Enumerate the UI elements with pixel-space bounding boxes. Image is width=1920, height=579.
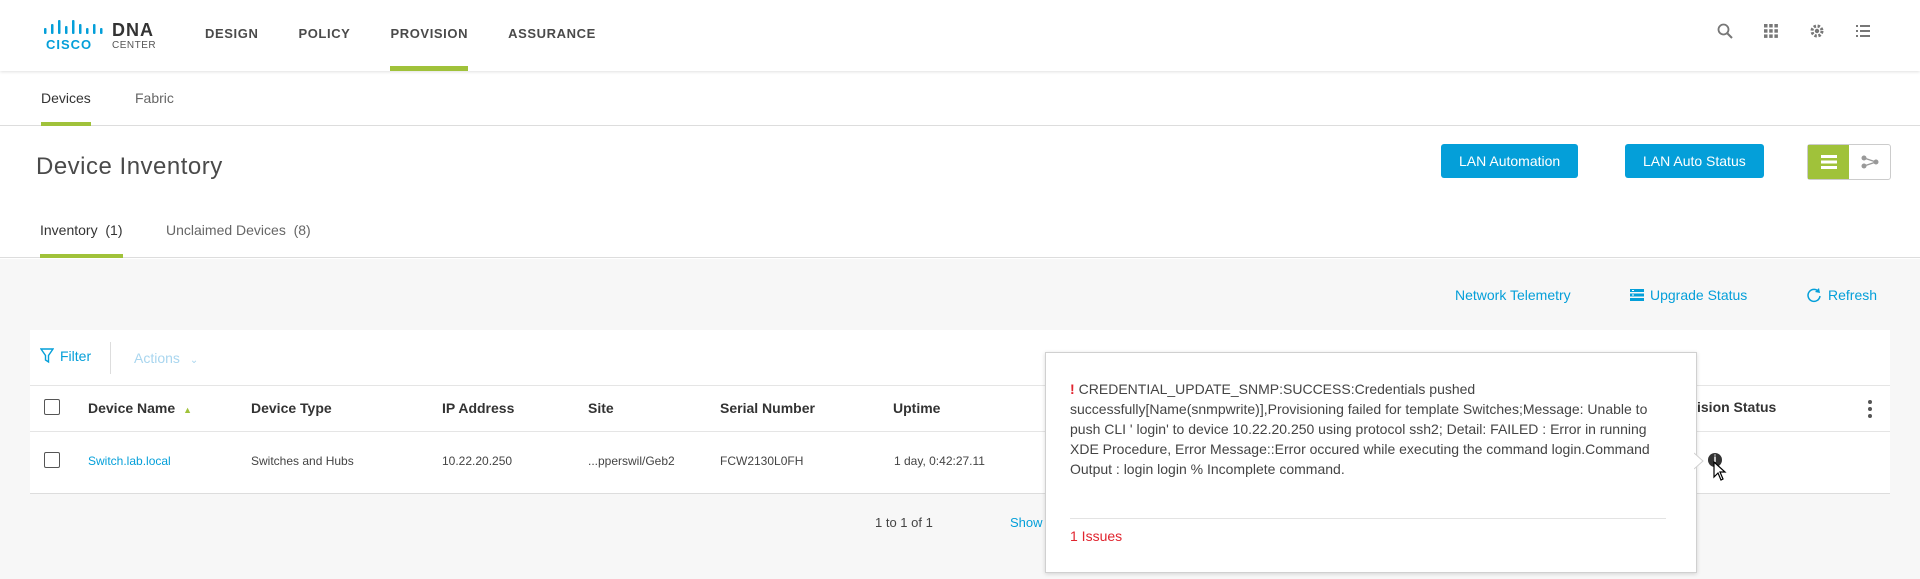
- tab-inventory-label: Inventory: [40, 222, 98, 238]
- tooltip-message: ! CREDENTIAL_UPDATE_SNMP:SUCCESS:Credenti…: [1070, 379, 1670, 479]
- list-view-icon: [1820, 155, 1837, 169]
- apps-grid-icon[interactable]: [1762, 22, 1780, 40]
- network-telemetry-link[interactable]: Network Telemetry: [1455, 287, 1571, 303]
- select-all-checkbox[interactable]: [44, 399, 60, 415]
- cisco-bridge-icon: [44, 20, 103, 34]
- column-options-icon[interactable]: [1866, 400, 1874, 418]
- site-cell: ...pperswil/Geb2: [588, 454, 675, 468]
- product-subname: CENTER: [112, 40, 157, 51]
- chevron-down-icon: ⌄: [189, 355, 199, 366]
- tooltip-message-text: CREDENTIAL_UPDATE_SNMP:SUCCESS:Credentia…: [1070, 381, 1650, 477]
- nav-design[interactable]: DESIGN: [205, 0, 258, 71]
- mouse-cursor-icon: [1713, 461, 1727, 481]
- divider: [110, 342, 111, 374]
- tab-inventory-count: (1): [105, 222, 123, 238]
- device-type-cell: Switches and Hubs: [251, 454, 354, 468]
- cisco-wordmark: cisco: [46, 37, 93, 52]
- error-exclamation-icon: !: [1070, 381, 1075, 397]
- cisco-dna-logo[interactable]: cisco DNA CENTER: [40, 16, 170, 56]
- topology-view-button[interactable]: [1849, 145, 1890, 179]
- tooltip-arrow-icon: [1694, 452, 1704, 470]
- provision-status-tooltip: ! CREDENTIAL_UPDATE_SNMP:SUCCESS:Credenti…: [1045, 352, 1697, 573]
- col-uptime[interactable]: Uptime: [893, 400, 940, 416]
- col-device-name[interactable]: Device Name ▲: [88, 400, 192, 416]
- search-icon[interactable]: [1716, 22, 1734, 40]
- filter-label: Filter: [60, 348, 92, 364]
- lan-auto-status-button[interactable]: LAN Auto Status: [1625, 144, 1764, 178]
- col-site[interactable]: Site: [588, 400, 614, 416]
- main-nav: DESIGN POLICY PROVISION ASSURANCE: [205, 0, 636, 71]
- issues-count-link[interactable]: 1 Issues: [1070, 528, 1122, 544]
- col-provision-status[interactable]: ision Status: [1697, 399, 1776, 415]
- col-serial-number[interactable]: Serial Number: [720, 400, 815, 416]
- product-name: DNA: [112, 20, 154, 40]
- top-navbar: cisco DNA CENTER DESIGN POLICY PROVISION…: [0, 0, 1920, 71]
- page-title: Device Inventory: [36, 153, 223, 180]
- nav-assurance[interactable]: ASSURANCE: [508, 0, 596, 71]
- serial-number-cell: FCW2130L0FH: [720, 454, 804, 468]
- sort-ascending-icon: ▲: [183, 405, 192, 415]
- col-device-name-label: Device Name: [88, 400, 176, 416]
- upgrade-status-link[interactable]: Upgrade Status: [1630, 287, 1747, 303]
- list-icon[interactable]: [1854, 22, 1872, 40]
- lan-automation-button[interactable]: LAN Automation: [1441, 144, 1579, 178]
- row-checkbox[interactable]: [44, 452, 60, 468]
- tab-fabric[interactable]: Fabric: [135, 71, 174, 126]
- actions-dropdown[interactable]: Actions ⌄: [134, 350, 198, 366]
- upgrade-status-label: Upgrade Status: [1650, 287, 1748, 303]
- nav-policy[interactable]: POLICY: [298, 0, 350, 71]
- pager-range: 1 to 1 of 1: [875, 515, 933, 530]
- actions-label: Actions: [134, 350, 180, 366]
- refresh-label: Refresh: [1828, 287, 1878, 303]
- pager-show-dropdown[interactable]: Show: [1010, 515, 1043, 530]
- inventory-tab-bar: Inventory (1) Unclaimed Devices (8): [0, 206, 1920, 258]
- filter-button[interactable]: Filter: [40, 348, 91, 364]
- network-telemetry-label: Network Telemetry: [1455, 287, 1571, 303]
- refresh-icon: [1807, 288, 1821, 303]
- ip-address-cell: 10.22.20.250: [442, 454, 513, 468]
- topology-icon: [1861, 155, 1878, 169]
- filter-icon: [40, 348, 54, 364]
- tab-inventory[interactable]: Inventory (1): [40, 206, 123, 258]
- col-device-type[interactable]: Device Type: [251, 400, 332, 416]
- nav-provision[interactable]: PROVISION: [390, 0, 468, 71]
- upgrade-status-icon: [1630, 289, 1644, 301]
- tab-unclaimed-devices[interactable]: Unclaimed Devices (8): [166, 206, 311, 258]
- tab-unclaimed-count: (8): [293, 222, 311, 238]
- tab-devices[interactable]: Devices: [41, 71, 91, 126]
- sub-tab-bar: Devices Fabric: [0, 71, 1920, 126]
- view-toggle: [1807, 144, 1891, 180]
- list-view-button[interactable]: [1808, 145, 1849, 179]
- device-name-link[interactable]: Switch.lab.local: [88, 454, 171, 468]
- gear-icon[interactable]: [1808, 22, 1826, 40]
- top-icon-group: [1716, 22, 1872, 40]
- uptime-cell: 1 day, 0:42:27.11: [894, 454, 985, 468]
- tab-unclaimed-label: Unclaimed Devices: [166, 222, 286, 238]
- divider: [1070, 518, 1666, 519]
- col-ip-address[interactable]: IP Address: [442, 400, 514, 416]
- refresh-link[interactable]: Refresh: [1806, 287, 1877, 303]
